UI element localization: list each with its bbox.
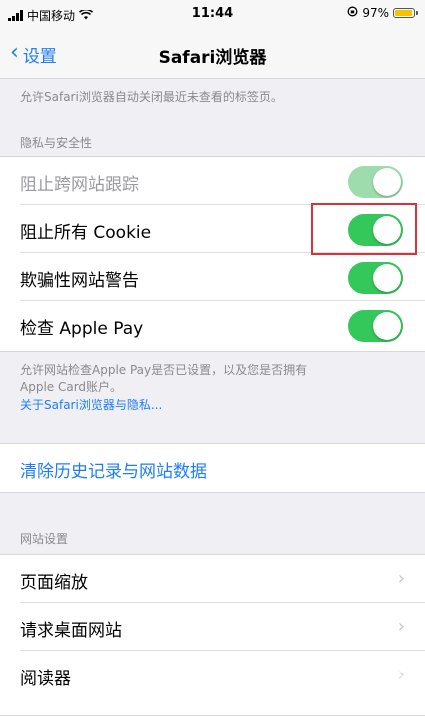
battery-percent: 97%	[362, 6, 389, 20]
page-title: Safari浏览器	[158, 48, 267, 68]
highlight-box	[311, 203, 417, 255]
row-check-apple-pay[interactable]: 检查 Apple Pay	[0, 301, 425, 349]
privacy-info-link[interactable]: 关于Safari浏览器与隐私...	[20, 397, 162, 414]
fraudulent-website-warning-toggle[interactable]	[348, 262, 403, 294]
chevron-right-icon: ›	[397, 568, 405, 589]
row-fraudulent-website-warning[interactable]: 欺骗性网站警告	[0, 253, 425, 301]
row-label: 页面缩放	[20, 573, 88, 593]
clear-history-label: 清除历史记录与网站数据	[20, 462, 207, 482]
orientation-lock-icon	[347, 6, 358, 20]
apple-pay-note-line1: 允许网站检查Apple Pay是否已设置，以及您是否拥有	[20, 363, 308, 377]
clear-history-button[interactable]: 清除历史记录与网站数据	[0, 444, 425, 492]
apple-pay-note-line2: Apple Card账户。	[20, 380, 123, 394]
row-label: 检查 Apple Pay	[20, 319, 144, 339]
row-label: 阻止所有 Cookie	[20, 223, 152, 243]
auto-close-note: 允许Safari浏览器自动关闭最近未查看的标签页。	[20, 90, 283, 104]
privacy-section-header: 隐私与安全性	[20, 136, 93, 150]
row-label: 欺骗性网站警告	[20, 271, 139, 291]
row-prevent-cross-site-tracking[interactable]: 阻止跨网站跟踪	[0, 157, 425, 205]
row-request-desktop-website[interactable]: 请求桌面网站 ›	[0, 603, 425, 651]
navigation-bar: ‹ 设置 Safari浏览器	[0, 32, 425, 79]
row-label: 请求桌面网站	[20, 621, 122, 641]
battery-icon	[393, 8, 418, 18]
chevron-right-icon: ›	[397, 616, 405, 637]
battery-fill	[395, 10, 413, 16]
prevent-cross-site-tracking-toggle[interactable]	[348, 166, 403, 198]
website-settings-header: 网站设置	[20, 532, 69, 546]
row-label: 阻止跨网站跟踪	[20, 175, 139, 195]
status-right: 97%	[347, 6, 418, 20]
row-page-zoom[interactable]: 页面缩放 ›	[0, 555, 425, 603]
website-settings-group: 页面缩放 › 请求桌面网站 › 阅读器 ›	[0, 554, 425, 716]
watermark: Bai百经验	[321, 660, 417, 684]
status-bar: 中国移动 11:44 97%	[0, 0, 425, 32]
check-apple-pay-toggle[interactable]	[348, 310, 403, 342]
clear-history-group: 清除历史记录与网站数据	[0, 443, 425, 493]
row-label: 阅读器	[20, 669, 71, 689]
